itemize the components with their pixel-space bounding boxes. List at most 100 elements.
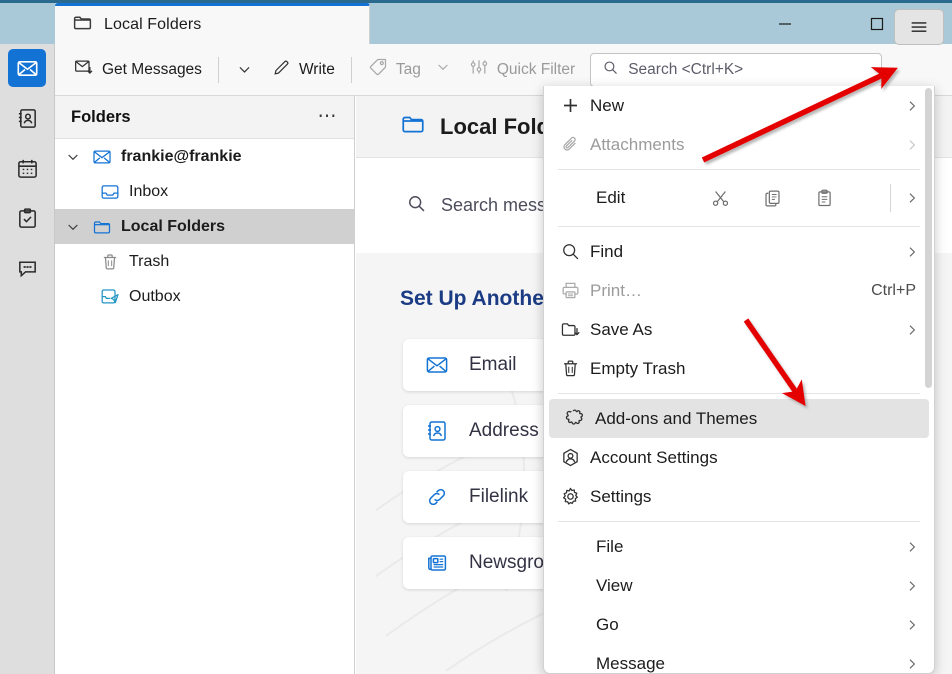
setup-button-label: Email [469, 354, 517, 375]
tag-dropdown-icon[interactable] [435, 59, 451, 80]
toolbar-divider-2 [350, 56, 352, 83]
menu-vertical-divider [890, 184, 891, 212]
app-menu-button[interactable] [894, 9, 944, 45]
folder-row-trash[interactable]: Trash [55, 244, 354, 279]
folder-row-label: Trash [129, 252, 170, 270]
menu-item-empty-trash[interactable]: Empty Trash [544, 349, 934, 388]
menu-item-edit[interactable]: Edit [544, 175, 934, 221]
app-menu-scrollbar[interactable] [924, 88, 933, 671]
tag-button[interactable]: Tag [359, 52, 460, 88]
chevron-right-icon[interactable] [904, 98, 920, 114]
menu-item-label: Edit [596, 188, 626, 207]
chevron-right-icon[interactable] [904, 617, 920, 633]
link-icon [425, 485, 449, 509]
menu-item-label: View [596, 575, 633, 595]
folder-row-label: Local Folders [121, 217, 226, 235]
folder-pane: Folders ⋯ frankie@frankie Inbox Local Fold… [55, 96, 355, 674]
tab-local-folders[interactable]: Local Folders [55, 3, 370, 44]
app-menu-scroll-thumb[interactable] [925, 88, 932, 388]
inbox-icon [99, 182, 121, 202]
menu-item-save-as[interactable]: Save As [544, 310, 934, 349]
spaces-toolbar [0, 44, 55, 674]
cut-icon[interactable] [710, 188, 731, 209]
menu-item-find[interactable]: Find [544, 232, 934, 271]
minimize-button[interactable] [762, 3, 808, 44]
app-menu-popup: New Attachments Edit Find Print… Ctrl+P Save A… [543, 86, 935, 674]
chevron-right-icon[interactable] [904, 578, 920, 594]
folder-pane-header: Folders ⋯ [55, 96, 354, 139]
copy-icon[interactable] [762, 188, 783, 209]
chevron-right-icon[interactable] [904, 322, 920, 338]
menu-item-file[interactable]: File [544, 527, 934, 566]
menu-separator [558, 521, 920, 522]
search-input[interactable]: Search <Ctrl+K> [590, 52, 882, 87]
chevron-right-icon[interactable] [904, 190, 920, 206]
folder-pane-more-button[interactable]: ⋯ [318, 107, 339, 126]
printer-icon [560, 280, 590, 301]
folder-row-local-folders[interactable]: Local Folders [55, 209, 354, 244]
menu-item-label: Settings [590, 486, 652, 506]
get-messages-dropdown[interactable] [226, 52, 263, 88]
spaces-button-tasks[interactable] [8, 199, 46, 237]
menu-item-message[interactable]: Message [544, 644, 934, 673]
menu-item-view[interactable]: View [544, 566, 934, 605]
account-icon [560, 447, 590, 468]
folder-tree: frankie@frankie Inbox Local Folders Trash Ou… [55, 139, 354, 314]
newspaper-icon [425, 551, 449, 575]
menu-item-label: Save As [590, 319, 653, 339]
mail-icon [425, 353, 449, 377]
paperclip-icon [560, 134, 590, 155]
search-icon [602, 59, 619, 81]
search-icon [560, 241, 590, 262]
quick-filter-button[interactable]: Quick Filter [460, 52, 584, 88]
get-messages-button[interactable]: Get Messages [65, 52, 211, 88]
chevron-right-icon[interactable] [904, 244, 920, 260]
menu-item-add-ons-and-themes[interactable]: Add-ons and Themes [549, 399, 929, 438]
chevron-right-icon[interactable] [904, 137, 920, 153]
outbox-icon [99, 287, 121, 307]
folder-row-label: frankie@frankie [121, 147, 242, 165]
search-icon [406, 193, 427, 219]
menu-item-settings[interactable]: Settings [544, 477, 934, 516]
plus-icon [560, 95, 590, 116]
menu-item-label: Account Settings [590, 447, 718, 467]
setup-button-label: Filelink [469, 486, 529, 507]
chevron-down-icon[interactable] [63, 219, 83, 235]
menu-item-attachments[interactable]: Attachments [544, 125, 934, 164]
menu-item-label: Go [596, 614, 619, 634]
app-menu-list: New Attachments Edit Find Print… Ctrl+P Save A… [544, 86, 934, 673]
folder-pane-title: Folders [71, 107, 131, 126]
chevron-down-icon[interactable] [63, 149, 83, 165]
write-button[interactable]: Write [263, 52, 344, 88]
folder-icon [400, 111, 426, 142]
folder-row-outbox[interactable]: Outbox [55, 279, 354, 314]
title-bar: Local Folders [0, 0, 952, 44]
chevron-right-icon[interactable] [904, 539, 920, 555]
menu-item-label: Attachments [590, 134, 685, 154]
spaces-button-calendar[interactable] [8, 149, 46, 187]
spaces-button-chat[interactable] [8, 249, 46, 287]
menu-item-label: Empty Trash [590, 358, 686, 378]
menu-item-new[interactable]: New [544, 86, 934, 125]
paste-icon[interactable] [814, 188, 835, 209]
pencil-icon [272, 58, 291, 82]
puzzle-icon [565, 408, 595, 429]
spaces-button-mail[interactable] [8, 49, 46, 87]
menu-item-label: Find [590, 241, 624, 261]
menu-item-account-settings[interactable]: Account Settings [544, 438, 934, 477]
folder-icon [72, 12, 93, 38]
menu-separator [558, 226, 920, 227]
folder-row-inbox[interactable]: Inbox [55, 174, 354, 209]
trash-icon [99, 252, 121, 272]
get-messages-icon [74, 57, 94, 82]
menu-item-label: Add-ons and Themes [595, 408, 758, 428]
menu-item-print[interactable]: Print… Ctrl+P [544, 271, 934, 310]
folder-row-label: Inbox [129, 182, 169, 200]
folder-row-frankie-frankie[interactable]: frankie@frankie [55, 139, 354, 174]
toolbar-divider [217, 56, 219, 83]
spaces-button-address-book[interactable] [8, 99, 46, 137]
menu-item-go[interactable]: Go [544, 605, 934, 644]
chevron-right-icon[interactable] [904, 656, 920, 672]
folder-icon [91, 217, 113, 237]
filter-icon [469, 57, 489, 82]
